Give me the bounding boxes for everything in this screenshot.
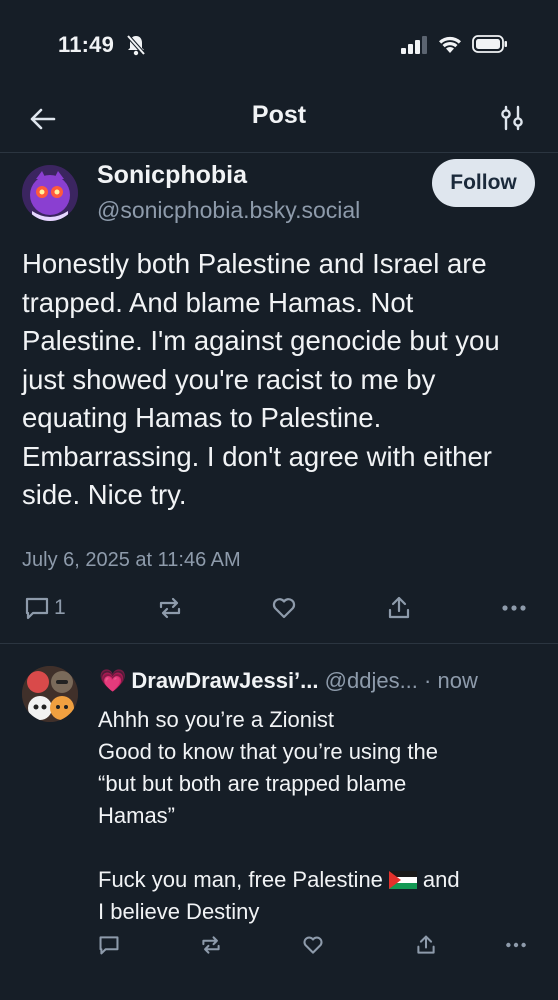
separator-dot: · — [424, 668, 432, 693]
status-bar: 11:49 — [0, 0, 558, 92]
reply-button[interactable]: 1 — [24, 595, 66, 621]
reply-line: I believe Destiny — [98, 899, 260, 924]
battery-icon — [472, 35, 507, 53]
reply-button[interactable] — [98, 934, 120, 956]
repost-icon — [202, 936, 220, 954]
share-icon — [417, 935, 435, 954]
reply-timestamp: now — [437, 668, 478, 693]
silent-bell-icon — [126, 34, 146, 56]
cellular-signal-icon — [401, 36, 427, 54]
reply-actions — [0, 934, 558, 964]
more-options-button[interactable] — [504, 934, 528, 956]
ellipsis-icon — [506, 942, 526, 948]
share-button[interactable] — [415, 934, 437, 956]
ellipsis-icon — [502, 605, 526, 611]
heart-emoji: 💗 — [99, 668, 127, 693]
reply-line: Good to know that you’re using the — [98, 739, 438, 764]
reply-text: Ahhh so you’re a Zionist Good to know th… — [98, 704, 538, 928]
like-button[interactable] — [302, 934, 324, 956]
follow-button[interactable]: Follow — [432, 159, 535, 207]
reply-author-name[interactable]: DrawDrawJessi’... — [131, 668, 318, 693]
comment-icon — [25, 597, 49, 620]
reply-author-handle[interactable]: @ddjes... — [325, 668, 418, 693]
avatar[interactable] — [22, 165, 78, 221]
like-button[interactable] — [271, 595, 297, 621]
reply-line: Hamas” — [98, 803, 176, 828]
wifi-icon — [439, 36, 461, 53]
reply-line-text: and — [422, 867, 460, 892]
reply-header: 💗 DrawDrawJessi’... @ddjes... · now — [99, 668, 478, 694]
avatar[interactable] — [22, 666, 78, 722]
reply-post[interactable]: 💗 DrawDrawJessi’... @ddjes... · now Ahhh … — [0, 644, 558, 984]
share-icon — [388, 596, 410, 619]
reply-line: “but but both are trapped blame — [98, 771, 407, 796]
sliders-icon[interactable] — [497, 103, 527, 133]
share-button[interactable] — [386, 595, 412, 621]
post-timestamp: July 6, 2025 at 11:46 AM — [22, 549, 241, 571]
author-name[interactable]: Sonicphobia — [97, 161, 247, 190]
top-nav-bar: Post — [0, 92, 558, 153]
heart-icon — [303, 936, 323, 954]
page-title: Post — [251, 101, 307, 129]
reply-count: 1 — [54, 596, 66, 619]
post-actions: 1 — [0, 591, 558, 631]
status-time: 11:49 — [58, 32, 115, 57]
reply-line: Fuck you man, free Palestine and — [98, 864, 538, 896]
more-options-button[interactable] — [500, 595, 528, 621]
repost-icon — [159, 597, 181, 619]
palestine-flag-icon — [388, 871, 417, 889]
comment-icon — [99, 936, 119, 955]
main-post: Sonicphobia @sonicphobia.bsky.social Fol… — [0, 153, 558, 644]
repost-button[interactable] — [157, 595, 183, 621]
author-handle[interactable]: @sonicphobia.bsky.social — [97, 197, 360, 224]
repost-button[interactable] — [200, 934, 222, 956]
reply-line — [98, 832, 538, 864]
reply-line-text: Fuck you man, free Palestine — [98, 867, 383, 892]
reply-line: Ahhh so you’re a Zionist — [98, 707, 335, 732]
heart-icon — [272, 598, 296, 619]
post-text: Honestly both Palestine and Israel are t… — [22, 248, 500, 510]
